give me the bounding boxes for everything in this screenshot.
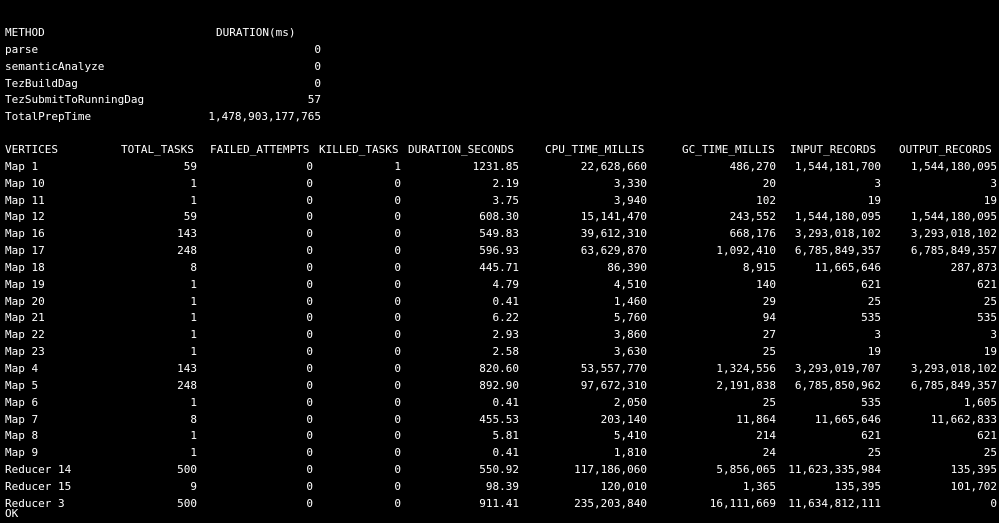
method-duration: 1,478,903,177,765 (208, 110, 321, 124)
vertex-row: Reducer 15 9 0 0 98.39 120,010 1,365 135,395 101… (5, 479, 999, 496)
method-row: parse 0 (5, 42, 335, 59)
vertex-row: Map 10 1 0 0 2.19 3,330 20 3 3 (5, 176, 999, 193)
output-records-cell: 621 (977, 277, 997, 291)
output-records-cell: 6,785,849,357 (910, 378, 997, 392)
output-records-cell: 3 (990, 328, 997, 342)
terminal-output: METHOD DURATION(ms) parse 0 semanticAnalyz… (0, 0, 999, 523)
method-duration-table: METHOD DURATION(ms) parse 0 semanticAnalyz… (5, 25, 335, 126)
output-records-cell: 11,662,833 (930, 412, 997, 426)
method-duration: 57 (307, 93, 321, 107)
output-records-cell: 621 (977, 429, 997, 443)
method-row: semanticAnalyze 0 (5, 59, 335, 76)
output-records-cell: 287,873 (950, 260, 997, 274)
vertex-row: Map 19 1 0 0 4.79 4,510 140 621 621 (5, 277, 999, 294)
vertex-stats-table: VERTICES TOTAL_TASKS FAILED_ATTEMPTS KIL… (5, 142, 999, 513)
method-row: TezSubmitToRunningDag 57 (5, 92, 335, 109)
output-records-cell: 1,544,180,095 (910, 210, 997, 224)
output-records-cell: 25 (983, 446, 997, 460)
vertex-row: Reducer 3 500 0 0 911.41 235,203,840 16,111,66… (5, 496, 999, 513)
output-records-header: OUTPUT_RECORDS (899, 143, 992, 156)
method-row: TotalPrepTime 1,478,903,177,765 (5, 109, 335, 126)
output-records-cell: 1,544,180,095 (910, 159, 997, 173)
vertex-row: Map 17 248 0 0 596.93 63,629,870 1,092,410 6,78… (5, 243, 999, 260)
cpu-time-millis-header: CPU_TIME_MILLIS (545, 143, 645, 156)
output-records-cell: 6,785,849,357 (910, 244, 997, 258)
output-records-cell: 0 (990, 496, 997, 510)
output-records-cell: 19 (983, 193, 997, 207)
vertex-row: Map 18 8 0 0 445.71 86,390 8,915 11,665,646 287,… (5, 260, 999, 277)
input-records-header: INPUT_RECORDS (790, 143, 877, 156)
vertex-row: Map 21 1 0 0 6.22 5,760 94 535 535 (5, 310, 999, 327)
killed-tasks-header: KILLED_TASKS (319, 143, 399, 156)
method-header: METHOD (5, 26, 45, 39)
vertex-row: Map 16 143 0 0 549.83 39,612,310 668,176 3,293,… (5, 226, 999, 243)
vertex-row: Map 20 1 0 0 0.41 1,460 29 25 25 (5, 294, 999, 311)
output-records-cell: 535 (977, 311, 997, 325)
vertex-row: Map 22 1 0 0 2.93 3,860 27 3 3 (5, 327, 999, 344)
method-duration: 0 (314, 42, 321, 56)
vertex-row: Map 6 1 0 0 0.41 2,050 25 535 1,605 (5, 395, 999, 412)
vertices-header: VERTICES (5, 143, 58, 156)
output-records-cell: 3,293,018,102 (910, 361, 997, 375)
method-duration: 0 (314, 59, 321, 73)
output-records-cell: 3 (990, 176, 997, 190)
duration-seconds-header: DURATION_SECONDS (408, 143, 514, 156)
output-records-cell: 101,702 (950, 479, 997, 493)
vertex-table-header: VERTICES TOTAL_TASKS FAILED_ATTEMPTS KIL… (5, 142, 999, 159)
vertex-row: Map 1 59 0 1 1231.85 22,628,660 486,270 1,544,1… (5, 159, 999, 176)
output-records-cell: 135,395 (950, 463, 997, 477)
vertex-row: Map 4 143 0 0 820.60 53,557,770 1,324,556 3,293… (5, 361, 999, 378)
status-line: OK (5, 507, 19, 520)
vertex-row: Map 5 248 0 0 892.90 97,672,310 2,191,838 6,785… (5, 378, 999, 395)
output-records-cell: 1,605 (963, 395, 997, 409)
vertex-row: Map 7 8 0 0 455.53 203,140 11,864 11,665,646 11,… (5, 412, 999, 429)
output-records-cell: 19 (983, 345, 997, 359)
failed-attempts-header: FAILED_ATTEMPTS (210, 143, 310, 156)
gc-time-millis-header: GC_TIME_MILLIS (682, 143, 775, 156)
method-duration: 0 (314, 76, 321, 90)
vertex-row: Reducer 14 500 0 0 550.92 117,186,060 5,856,06… (5, 462, 999, 479)
total-tasks-header: TOTAL_TASKS (121, 143, 194, 156)
method-table-header: METHOD DURATION(ms) (5, 25, 335, 42)
method-row: TezBuildDag 0 (5, 76, 335, 93)
output-records-cell: 3,293,018,102 (910, 227, 997, 241)
vertex-row: Map 8 1 0 0 5.81 5,410 214 621 621 (5, 428, 999, 445)
vertex-row: Map 23 1 0 0 2.58 3,630 25 19 19 (5, 344, 999, 361)
output-records-cell: 25 (983, 294, 997, 308)
vertex-row: Map 11 1 0 0 3.75 3,940 102 19 19 (5, 193, 999, 210)
duration-header: DURATION(ms) (216, 26, 296, 39)
vertex-row: Map 9 1 0 0 0.41 1,810 24 25 25 (5, 445, 999, 462)
vertex-row: Map 12 59 0 0 608.30 15,141,470 243,552 1,544,1… (5, 209, 999, 226)
